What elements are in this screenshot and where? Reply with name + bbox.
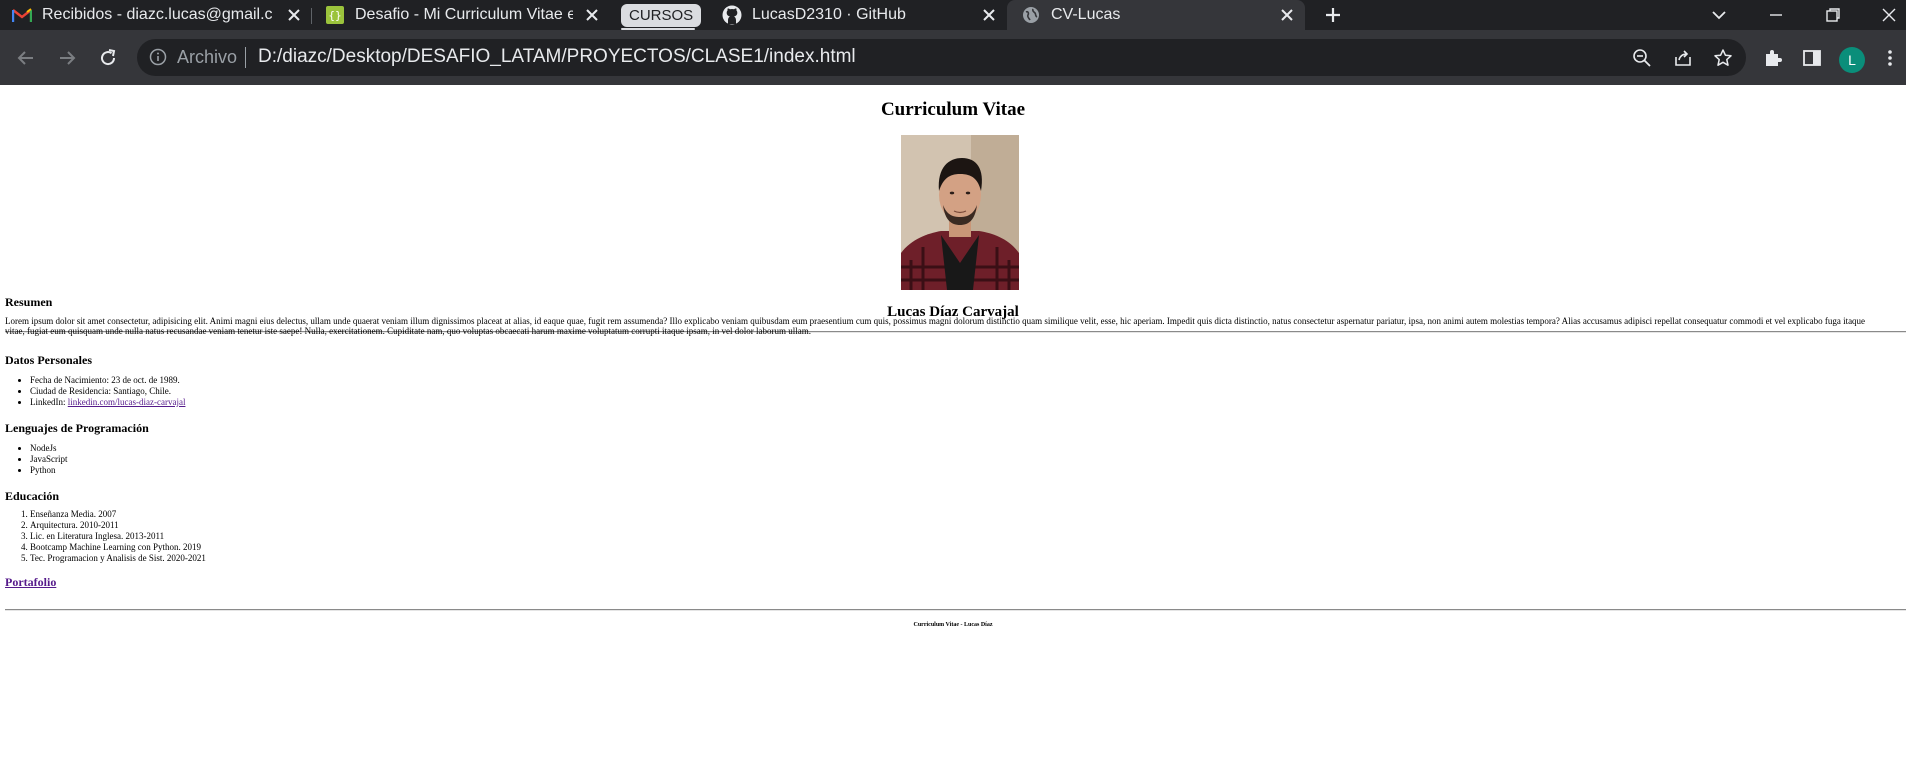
page-footer: Curriculum Vitae - Lucas Díaz: [913, 622, 993, 628]
globe-icon: [1021, 5, 1041, 25]
list-item: Lic. en Literatura Inglesa. 2013-2011: [30, 531, 206, 542]
side-panel-icon[interactable]: [1800, 46, 1824, 70]
list-item: NodeJs: [30, 443, 68, 454]
bookmark-star-icon[interactable]: [1713, 48, 1733, 68]
tab-desafio[interactable]: {} Desafio - Mi Curriculum Vitae en: [325, 0, 610, 30]
list-item: Fecha de Nacimiento: 23 de oct. de 1989.: [30, 375, 185, 386]
linkedin-link[interactable]: linkedin.com/lucas-diaz-carvajal: [68, 397, 186, 407]
tab-label: Recibidos - diazc.lucas@gmail.com: [42, 6, 272, 23]
page-title: Curriculum Vitae: [880, 99, 1026, 120]
list-item: Enseñanza Media. 2007: [30, 509, 206, 520]
zoom-icon[interactable]: [1632, 48, 1652, 68]
close-tab-icon[interactable]: [981, 7, 997, 23]
resumen-text: Lorem ipsum dolor sit amet consectetur, …: [5, 316, 1866, 336]
list-item: Tec. Programacion y Analisis de Sist. 20…: [30, 553, 206, 564]
profile-avatar[interactable]: L: [1839, 47, 1865, 73]
tab-group-chip[interactable]: CURSOS: [621, 4, 702, 27]
forward-arrow-icon[interactable]: [55, 46, 79, 70]
educacion-heading: Educación: [5, 489, 60, 503]
minimize-icon[interactable]: [1766, 5, 1786, 25]
kebab-menu-icon[interactable]: [1878, 46, 1902, 70]
tab-search-chevron-icon[interactable]: [1709, 5, 1729, 25]
url-text[interactable]: D:/diazc/Desktop/DESAFIO_LATAM/PROYECTOS…: [258, 46, 856, 68]
profile-photo: [901, 135, 1019, 290]
datos-personales-items-real: Fecha de Nacimiento: 23 de oct. de 1989.…: [5, 375, 185, 408]
linkedin-label: LinkedIn:: [30, 397, 68, 407]
portafolio-link[interactable]: Portafolio: [5, 575, 56, 590]
tab-label: CV-Lucas: [1051, 6, 1121, 23]
back-arrow-icon[interactable]: [14, 46, 38, 70]
close-tab-icon[interactable]: [584, 7, 600, 23]
list-item: Bootcamp Machine Learning con Python. 20…: [30, 542, 206, 553]
extensions-puzzle-icon[interactable]: [1761, 46, 1785, 70]
close-tab-icon[interactable]: [1279, 7, 1295, 23]
page-content: Curriculum Vitae Lucas Díaz Carvajal Res…: [0, 85, 1906, 773]
scheme-label: Archivo: [177, 47, 238, 67]
share-icon[interactable]: [1673, 48, 1693, 68]
list-item: Python: [30, 465, 68, 476]
lenguajes-list: NodeJsJavaScriptPython: [5, 443, 68, 476]
svg-text:{}: {}: [328, 9, 341, 22]
datos-personales-heading: Datos Personales: [5, 353, 92, 367]
github-icon: [722, 5, 742, 25]
lenguajes-heading: Lenguajes de Programación: [5, 421, 149, 435]
resumen-heading: Resumen: [5, 295, 53, 309]
tab-label: LucasD2310 · GitHub: [752, 6, 906, 23]
restore-icon[interactable]: [1823, 5, 1843, 25]
close-window-icon[interactable]: [1879, 5, 1899, 25]
tab-label: Desafio - Mi Curriculum Vitae en: [355, 6, 573, 23]
tab-gmail[interactable]: Recibidos - diazc.lucas@gmail.com: [12, 0, 312, 30]
reload-icon[interactable]: [96, 46, 120, 70]
list-item: Arquitectura. 2010-2011: [30, 520, 206, 531]
site-info-icon[interactable]: [149, 48, 167, 66]
tab-strip: Recibidos - diazc.lucas@gmail.com {} Des…: [0, 0, 1906, 30]
tab-separator: [311, 8, 312, 24]
close-tab-icon[interactable]: [286, 7, 302, 23]
gmail-icon: [12, 5, 32, 25]
divider: [5, 609, 1906, 611]
list-item: Ciudad de Residencia: Santiago, Chile.: [30, 386, 185, 397]
list-item: JavaScript: [30, 454, 68, 465]
list-item: LinkedIn: linkedin.com/lucas-diaz-carvaj…: [30, 397, 185, 408]
browser-toolbar: Archivo D:/diazc/Desktop/DESAFIO_LATAM/P…: [0, 30, 1906, 85]
new-tab-icon[interactable]: [1323, 5, 1343, 25]
desafio-latam-icon: {}: [325, 5, 345, 25]
educacion-list: Enseñanza Media. 2007Arquitectura. 2010-…: [5, 509, 206, 564]
address-bar[interactable]: Archivo D:/diazc/Desktop/DESAFIO_LATAM/P…: [137, 39, 1746, 76]
scheme-divider: [245, 47, 246, 68]
tab-github[interactable]: LucasD2310 · GitHub: [722, 0, 1007, 30]
tab-cv-lucas[interactable]: CV-Lucas: [1007, 0, 1305, 30]
